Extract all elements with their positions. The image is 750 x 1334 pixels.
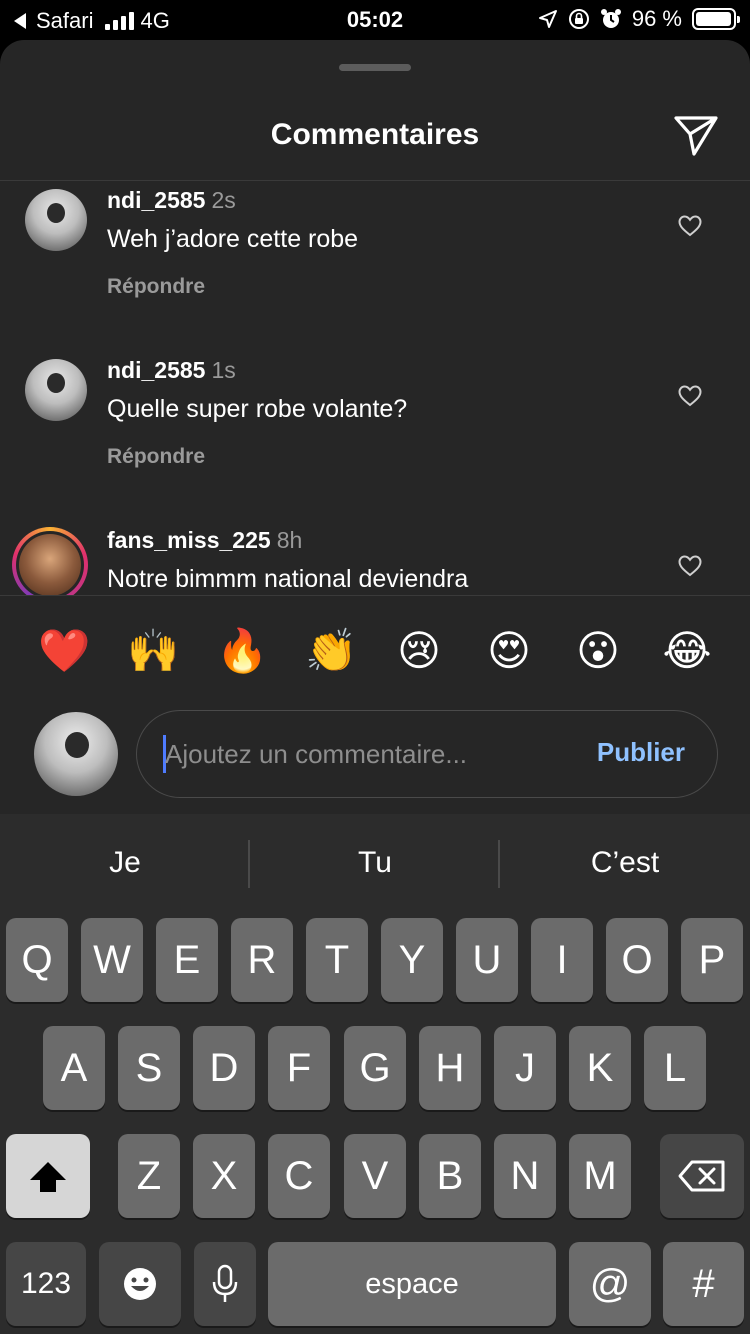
comment-time: 8h [276, 527, 303, 553]
key-k[interactable]: K [569, 1026, 631, 1110]
reaction-heart[interactable]: ❤️ [38, 626, 90, 676]
reaction-crying[interactable]: 😢 [394, 626, 444, 676]
key-d[interactable]: D [193, 1026, 255, 1110]
avatar[interactable] [19, 534, 81, 595]
comment-username[interactable]: ndi_2585 [107, 357, 205, 383]
reaction-heart-eyes[interactable]: 😍 [484, 626, 534, 676]
heart-icon[interactable] [678, 385, 702, 407]
reply-button[interactable]: Répondre [107, 275, 205, 299]
avatar[interactable] [25, 189, 87, 251]
comment-text: Quelle super robe volante? [107, 395, 408, 423]
sheet-grabber[interactable] [339, 64, 411, 71]
reaction-fire[interactable]: 🔥 [216, 626, 268, 676]
suggestion-3[interactable]: C’est [500, 846, 750, 880]
status-bar: Safari 4G 05:02 96 % [0, 0, 750, 40]
reply-button[interactable]: Répondre [107, 445, 205, 469]
key-i[interactable]: I [531, 918, 593, 1002]
key-h[interactable]: H [419, 1026, 481, 1110]
key-m[interactable]: M [569, 1134, 631, 1218]
reaction-surprised[interactable]: 😮 [573, 626, 623, 676]
comment-header: ndi_2585 1s [107, 357, 236, 384]
emoji-key[interactable] [99, 1242, 181, 1326]
key-e[interactable]: E [156, 918, 218, 1002]
alarm-icon [600, 9, 621, 28]
key-f[interactable]: F [268, 1026, 330, 1110]
dictation-key[interactable] [194, 1242, 256, 1326]
location-arrow-icon [538, 10, 557, 28]
comment-item: ndi_2585 1s Quelle super robe volante? Ré… [0, 351, 750, 521]
suggestion-1[interactable]: Je [0, 846, 250, 880]
battery-level [696, 12, 731, 26]
key-n[interactable]: N [494, 1134, 556, 1218]
key-s[interactable]: S [118, 1026, 180, 1110]
microphone-icon [212, 1264, 238, 1302]
reaction-raising-hands[interactable]: 🙌 [127, 626, 179, 676]
hash-key[interactable]: # [663, 1242, 744, 1326]
publish-button[interactable]: Publier [597, 737, 685, 768]
heart-icon[interactable] [678, 215, 702, 237]
battery-percentage: 96 % [631, 6, 682, 31]
shift-key[interactable] [6, 1134, 90, 1218]
current-user-avatar [34, 712, 118, 796]
key-j[interactable]: J [494, 1026, 556, 1110]
comment-text: Weh j’adore cette robe [107, 225, 359, 253]
quick-reactions-bar: ❤️ 🙌 🔥 👏 😢 😍 😮 😂 [0, 595, 750, 705]
comment-time: 1s [211, 357, 236, 383]
comment-header: fans_miss_225 8h [107, 527, 302, 554]
comment-time: 2s [211, 187, 236, 213]
key-q[interactable]: Q [6, 918, 68, 1002]
key-g[interactable]: G [344, 1026, 406, 1110]
backspace-icon [678, 1160, 725, 1192]
key-r[interactable]: R [231, 918, 293, 1002]
battery-icon [692, 8, 740, 30]
delete-key[interactable] [660, 1134, 744, 1218]
key-b[interactable]: B [419, 1134, 481, 1218]
status-right: 96 % [538, 6, 740, 32]
comment-input-box[interactable]: Publier [136, 710, 718, 798]
sheet-title: Commentaires [270, 118, 480, 151]
key-x[interactable]: X [193, 1134, 255, 1218]
comments-sheet: Commentaires ndi_2585 2s Weh j’adore cett… [0, 40, 750, 814]
key-a[interactable]: A [43, 1026, 105, 1110]
avatar[interactable] [25, 359, 87, 421]
comment-text: Notre bimmm national deviendra [107, 565, 469, 593]
shift-arrow-icon [30, 1162, 66, 1192]
comments-list[interactable]: ndi_2585 2s Weh j’adore cette robe Répond… [0, 181, 750, 595]
suggestion-2[interactable]: Tu [250, 846, 500, 880]
emoji-face-icon [124, 1268, 156, 1300]
numbers-key[interactable]: 123 [6, 1242, 86, 1326]
key-o[interactable]: O [606, 918, 668, 1002]
key-y[interactable]: Y [381, 918, 443, 1002]
key-c[interactable]: C [268, 1134, 330, 1218]
comment-username[interactable]: fans_miss_225 [107, 527, 271, 553]
key-v[interactable]: V [344, 1134, 406, 1218]
space-key[interactable]: espace [268, 1242, 556, 1326]
comment-username[interactable]: ndi_2585 [107, 187, 205, 213]
key-p[interactable]: P [681, 918, 743, 1002]
reaction-laughing[interactable]: 😂 [662, 626, 712, 676]
key-u[interactable]: U [456, 918, 518, 1002]
comment-input[interactable] [165, 725, 585, 783]
comment-item: fans_miss_225 8h Notre bimmm national dev… [0, 521, 750, 595]
keyboard: Je Tu C’est Q W E R T Y U I O P A S D F … [0, 814, 750, 1334]
at-key[interactable]: @ [569, 1242, 651, 1326]
reaction-clapping[interactable]: 👏 [305, 626, 357, 676]
key-l[interactable]: L [644, 1026, 706, 1110]
orientation-lock-icon [568, 9, 589, 29]
key-z[interactable]: Z [118, 1134, 180, 1218]
key-t[interactable]: T [306, 918, 368, 1002]
heart-icon[interactable] [678, 555, 702, 577]
share-send-icon[interactable] [672, 112, 720, 158]
comment-item: ndi_2585 2s Weh j’adore cette robe Répond… [0, 181, 750, 351]
key-w[interactable]: W [81, 918, 143, 1002]
comment-header: ndi_2585 2s [107, 187, 236, 214]
